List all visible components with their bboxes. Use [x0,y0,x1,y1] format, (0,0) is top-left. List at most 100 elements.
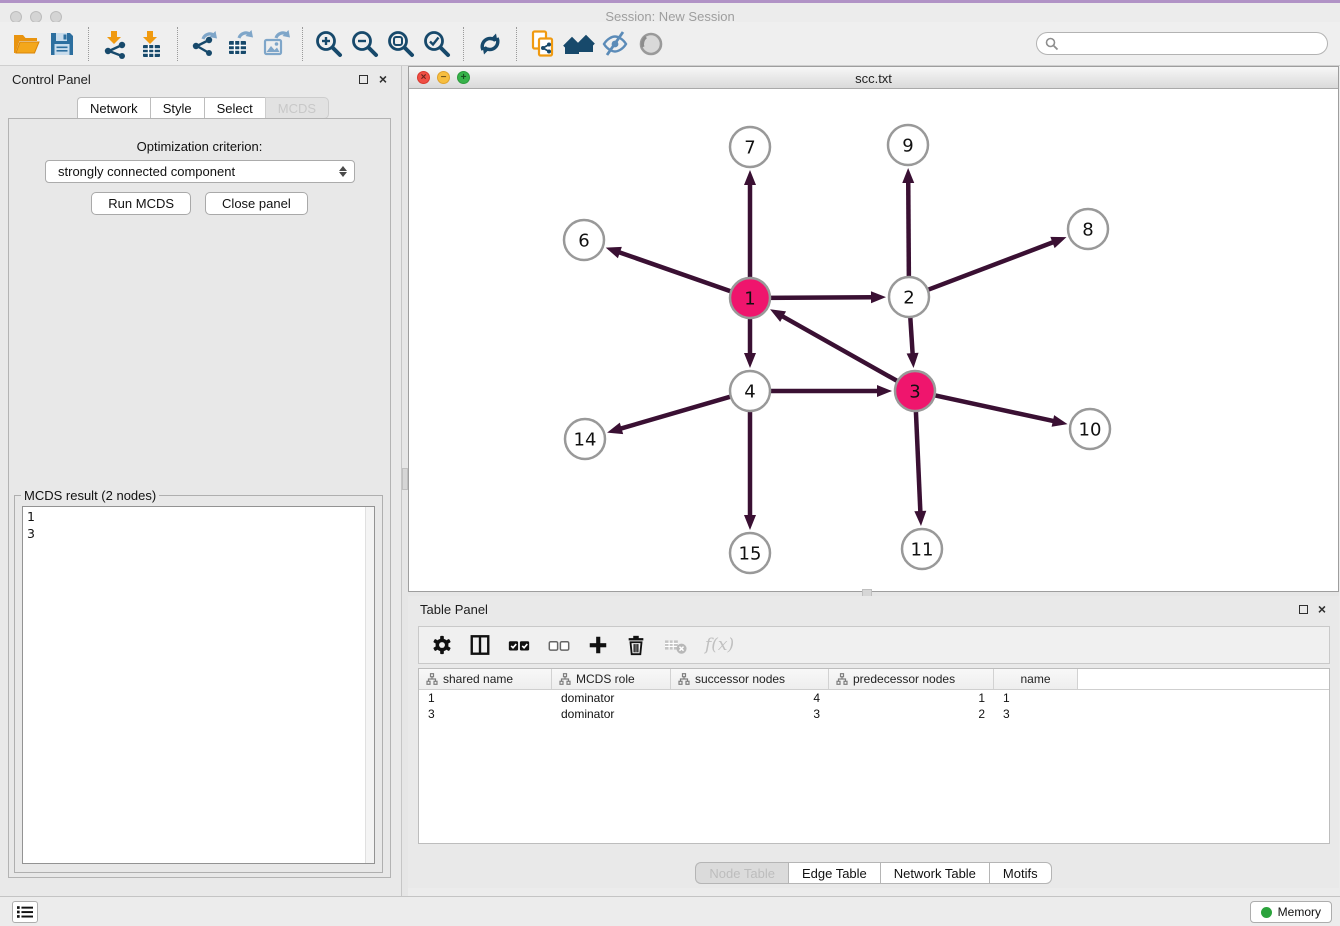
plus-icon [587,634,609,656]
table-cell[interactable]: 2 [829,706,994,722]
table-settings-button[interactable] [431,634,453,656]
home-icon [563,29,595,59]
clear-checkboxes-button[interactable] [547,634,571,656]
export-table-button[interactable] [222,27,258,61]
close-mcds-panel-button[interactable]: Close panel [205,192,308,215]
edge-4-14[interactable] [607,395,735,434]
graph-node-9[interactable]: 9 [888,125,928,165]
tab-style[interactable]: Style [150,97,204,119]
tab-network[interactable]: Network [77,97,150,119]
home-button[interactable] [561,27,597,61]
graph-node-10[interactable]: 10 [1070,409,1110,449]
column-header-name[interactable]: name [994,669,1078,689]
toolbar-separator [516,27,517,61]
graph-node-15[interactable]: 15 [730,533,770,573]
refresh-button[interactable] [472,27,508,61]
close-table-panel-button[interactable]: × [1316,603,1328,615]
edge-2-3[interactable] [907,313,919,368]
edge-3-1[interactable] [770,309,901,383]
edge-3-10[interactable] [931,394,1068,426]
hide-graphics-details-button[interactable] [597,27,633,61]
zoom-in-button[interactable] [311,27,347,61]
tab-mcds[interactable]: MCDS [265,97,329,119]
export-network-button[interactable] [186,27,222,61]
mcds-result-lines: 13 [27,508,370,542]
network-graph[interactable]: 7 9 6 8 1 2 4 3 14 10 15 11 [409,89,1338,591]
function-builder-button[interactable]: f(x) [705,635,734,655]
graph-node-7[interactable]: 7 [730,127,770,167]
graph-node-14[interactable]: 14 [565,419,605,459]
zoom-selected-button[interactable] [419,27,455,61]
network-window-titlebar[interactable]: × − + scc.txt [409,67,1338,89]
task-history-button[interactable] [12,901,38,923]
tab-network-table[interactable]: Network Table [880,862,989,884]
edge-1-4[interactable] [744,314,756,368]
table-cell[interactable]: 3 [671,706,829,722]
column-header-successor-nodes[interactable]: successor nodes [671,669,829,689]
tab-edge-table[interactable]: Edge Table [788,862,880,884]
run-mcds-button[interactable]: Run MCDS [91,192,191,215]
float-table-panel-button[interactable] [1297,603,1309,615]
tab-node-table[interactable]: Node Table [695,862,788,884]
result-scrollbar[interactable] [365,507,374,863]
bird-eye-view-button[interactable] [633,27,669,61]
delete-table-icon [663,634,689,656]
edge-1-7[interactable] [744,170,756,282]
column-header-mcds-role[interactable]: MCDS role [552,669,671,689]
export-image-button[interactable] [258,27,294,61]
duplicate-network-button[interactable] [525,27,561,61]
close-panel-button[interactable]: × [377,73,389,85]
tab-select[interactable]: Select [204,97,265,119]
graph-node-1[interactable]: 1 [730,278,770,318]
table-cell[interactable]: 4 [671,690,829,706]
graph-node-8[interactable]: 8 [1068,209,1108,249]
status-bar: Memory [0,896,1340,926]
table-cell[interactable]: 3 [419,706,552,722]
table-row[interactable]: 3dominator323 [419,706,1329,722]
delete-table-button[interactable] [663,634,689,656]
zoom-fit-button[interactable] [383,27,419,61]
delete-column-button[interactable] [625,634,647,656]
edge-4-3[interactable] [766,385,892,397]
eye-ball-icon [637,30,665,58]
add-column-button[interactable] [587,634,609,656]
table-cell[interactable]: 1 [829,690,994,706]
float-panel-button[interactable] [357,73,369,85]
graph-node-11[interactable]: 11 [902,529,942,569]
optimization-select[interactable]: strongly connected component [45,160,355,183]
table-cell[interactable]: dominator [552,690,671,706]
graph-node-2[interactable]: 2 [889,277,929,317]
graph-node-6[interactable]: 6 [564,220,604,260]
edge-2-9[interactable] [902,168,914,281]
import-network-button[interactable] [97,27,133,61]
open-session-button[interactable] [8,27,44,61]
table-cell[interactable]: 1 [419,690,552,706]
split-columns-button[interactable] [469,634,491,656]
mcds-result-text[interactable]: 13 [22,506,375,864]
node-table[interactable]: shared nameMCDS rolesuccessor nodesprede… [418,668,1330,844]
graph-node-3[interactable]: 3 [895,371,935,411]
network-canvas[interactable]: 7 9 6 8 1 2 4 3 14 10 15 11 [409,89,1338,591]
graph-node-4[interactable]: 4 [730,371,770,411]
table-cell[interactable]: 1 [994,690,1078,706]
edge-1-2[interactable] [766,291,886,303]
column-header-shared-name[interactable]: shared name [419,669,552,689]
zoom-out-button[interactable] [347,27,383,61]
import-table-button[interactable] [133,27,169,61]
select-all-checkboxes-button[interactable] [507,634,531,656]
table-row[interactable]: 1dominator411 [419,690,1329,706]
edge-4-15[interactable] [744,407,756,530]
edge-1-6[interactable] [606,247,735,293]
save-session-button[interactable] [44,27,80,61]
column-header-predecessor-nodes[interactable]: predecessor nodes [829,669,994,689]
search-input[interactable] [1059,37,1319,51]
gear-icon [431,634,453,656]
memory-button[interactable]: Memory [1250,901,1332,923]
search-icon [1045,37,1059,51]
search-box[interactable] [1036,32,1328,55]
tab-motifs[interactable]: Motifs [989,862,1052,884]
edge-3-11[interactable] [914,407,926,526]
edge-2-8[interactable] [924,237,1067,291]
table-cell[interactable]: dominator [552,706,671,722]
table-cell[interactable]: 3 [994,706,1078,722]
